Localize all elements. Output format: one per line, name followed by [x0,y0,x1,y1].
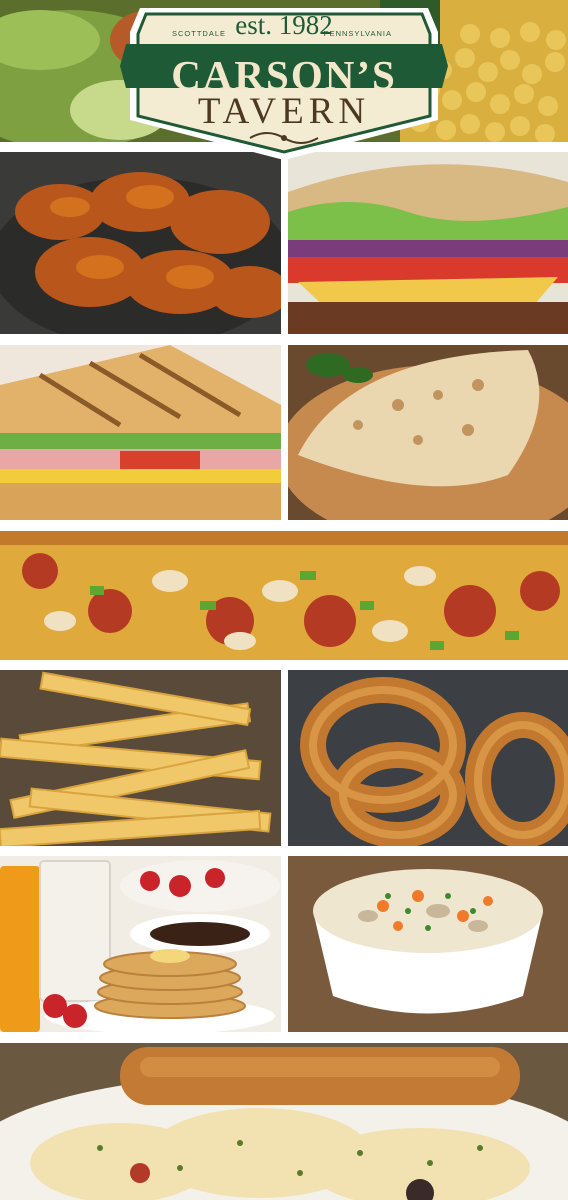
logo-city: SCOTTDALE [172,29,227,38]
breakfast-pancakes-photo [0,856,281,1032]
french-fries-photo [0,670,281,846]
pasta-breadstick-photo [0,1043,568,1200]
tavern-logo: est. 1982 SCOTTDALE PENNSYLVANIA CARSON’… [120,2,448,162]
logo-established: est. 1982 [235,10,333,40]
calzone-photo [288,345,568,520]
logo-subtitle: TAVERN [197,91,371,132]
food-collage: est. 1982 SCOTTDALE PENNSYLVANIA CARSON’… [0,0,568,1200]
burger-photo [288,152,568,334]
onion-rings-photo [288,670,568,846]
chicken-soup-photo [288,856,568,1032]
pizza-photo [0,531,568,660]
chicken-wings-photo [0,152,281,334]
grilled-sandwich-photo [0,345,281,520]
logo-state: PENNSYLVANIA [323,29,392,38]
